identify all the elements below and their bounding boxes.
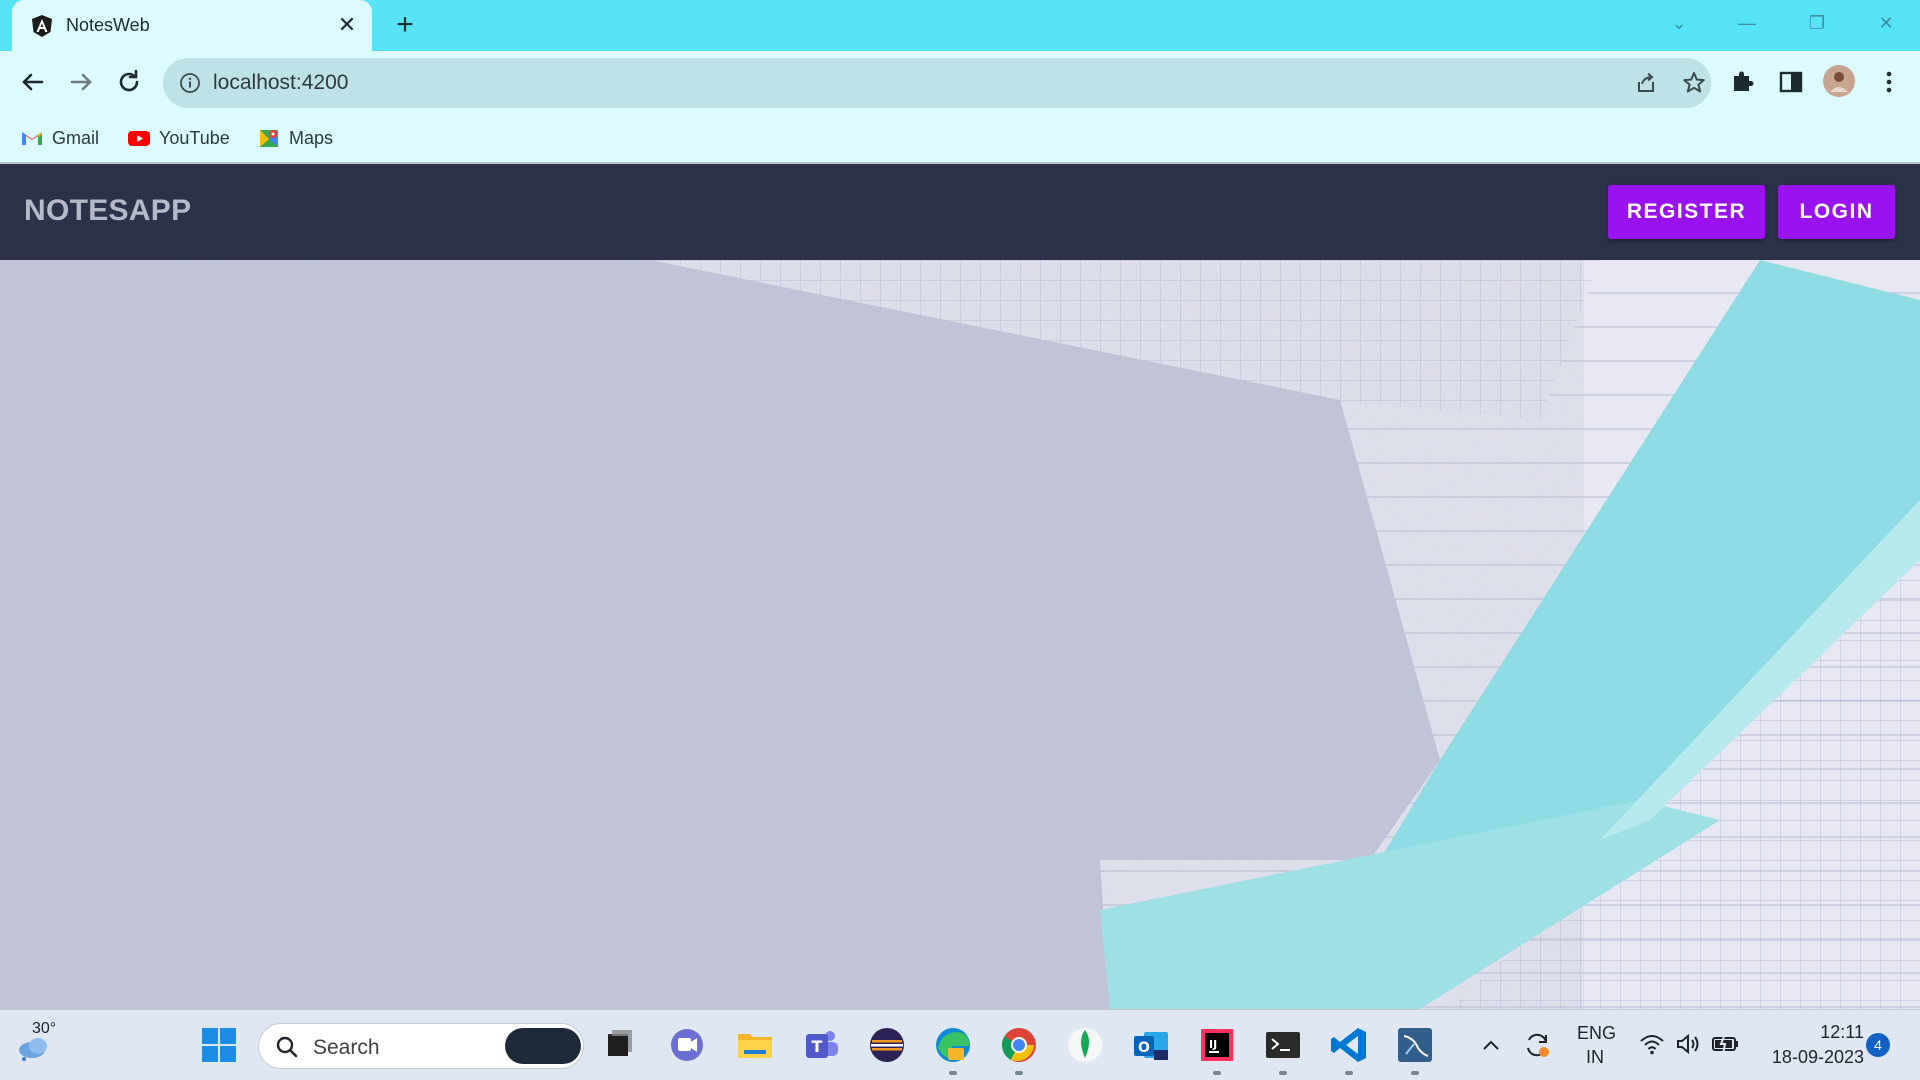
minimize-icon[interactable]: — <box>1727 8 1767 38</box>
bookmark-maps[interactable]: Maps <box>257 124 333 152</box>
language-line2[interactable]: IN <box>1577 1047 1613 1068</box>
forward-arrow-icon[interactable] <box>64 65 98 99</box>
url-text: localhost:4200 <box>213 71 349 94</box>
weather-temperature: 30° <box>32 1020 57 1037</box>
browser-toolbar: localhost:4200 <box>0 51 1920 114</box>
address-bar[interactable]: localhost:4200 <box>163 58 1711 108</box>
bookmarks-bar: Gmail YouTube Maps <box>0 114 1920 163</box>
terminal-icon[interactable] <box>1262 1024 1304 1066</box>
clock-date[interactable]: 18-09-2023 <box>1754 1047 1864 1068</box>
svg-text:O: O <box>1138 1040 1150 1056</box>
bookmark-label: YouTube <box>159 127 230 148</box>
running-indicator <box>1015 1071 1023 1075</box>
edge-icon[interactable] <box>932 1024 974 1066</box>
search-placeholder: Search <box>313 1036 380 1059</box>
bookmark-label: Gmail <box>52 127 100 148</box>
teams-icon[interactable]: T <box>800 1024 842 1066</box>
side-panel-icon[interactable] <box>1776 67 1806 97</box>
site-info-icon[interactable] <box>179 72 201 94</box>
restore-icon[interactable]: ❐ <box>1797 8 1837 38</box>
task-view-icon[interactable] <box>598 1024 640 1066</box>
chrome-icon[interactable] <box>998 1024 1040 1066</box>
search-icon <box>276 1036 298 1058</box>
search-highlight-badge[interactable] <box>505 1028 581 1064</box>
windows-start-icon[interactable] <box>198 1024 240 1066</box>
angular-icon <box>32 15 52 37</box>
bookmark-gmail[interactable]: Gmail <box>20 124 99 152</box>
running-indicator <box>1345 1071 1353 1075</box>
teams-chat-icon[interactable] <box>666 1024 708 1066</box>
share-icon[interactable] <box>1633 70 1659 96</box>
wifi-icon[interactable] <box>1638 1030 1666 1058</box>
outlook-icon[interactable]: O <box>1130 1024 1172 1066</box>
running-indicator <box>949 1071 957 1075</box>
gmail-icon <box>22 132 42 145</box>
bookmark-star-icon[interactable] <box>1681 70 1707 96</box>
battery-charging-icon[interactable] <box>1710 1030 1740 1058</box>
hero-background-image <box>0 260 1920 1009</box>
running-indicator <box>1213 1071 1221 1075</box>
svg-text:IJ: IJ <box>1209 1038 1217 1051</box>
clock-time[interactable]: 12:11 <box>1754 1022 1864 1043</box>
register-button[interactable]: REGISTER <box>1608 185 1765 239</box>
svg-text:T: T <box>812 1037 823 1056</box>
browser-tab-active[interactable]: NotesWeb ✕ <box>12 0 372 51</box>
extensions-puzzle-icon[interactable] <box>1728 67 1758 97</box>
mongodb-compass-icon[interactable] <box>1064 1024 1106 1066</box>
mysql-workbench-icon[interactable] <box>1394 1024 1436 1066</box>
bookmark-label: Maps <box>289 127 334 148</box>
profile-avatar-icon[interactable] <box>1822 64 1856 98</box>
taskbar-search-box[interactable]: Search <box>258 1023 584 1069</box>
browser-titlebar: NotesWeb ✕ + ⌄ — ❐ ✕ <box>0 0 1920 51</box>
windows-taskbar: 30° Search T O IJ ENG IN 12:11 18-09-202… <box>0 1009 1920 1080</box>
intellij-idea-icon[interactable]: IJ <box>1196 1024 1238 1066</box>
maps-icon <box>260 130 278 147</box>
new-tab-icon[interactable]: + <box>390 10 420 41</box>
window-close-icon[interactable]: ✕ <box>1866 8 1906 38</box>
bookmark-youtube[interactable]: YouTube <box>127 124 230 152</box>
eclipse-icon[interactable] <box>866 1024 908 1066</box>
volume-icon[interactable] <box>1674 1030 1702 1058</box>
back-arrow-icon[interactable] <box>16 65 50 99</box>
notebook-paper-illustration <box>0 260 1920 1009</box>
app-brand[interactable]: NOTESAPP <box>24 194 191 228</box>
youtube-icon <box>128 131 150 146</box>
tab-close-icon[interactable]: ✕ <box>334 12 360 38</box>
running-indicator <box>1279 1071 1287 1075</box>
show-hidden-icons-chevron-icon[interactable] <box>1478 1032 1504 1058</box>
browser-menu-icon[interactable] <box>1874 67 1904 97</box>
language-line1[interactable]: ENG <box>1577 1023 1616 1044</box>
tab-search-chevron-icon[interactable]: ⌄ <box>1659 8 1699 38</box>
tab-title: NotesWeb <box>66 15 150 35</box>
sync-icon[interactable] <box>1522 1030 1552 1060</box>
app-navbar: NOTESAPP REGISTER LOGIN <box>0 164 1920 260</box>
notification-badge[interactable]: 4 <box>1866 1033 1890 1057</box>
running-indicator <box>1411 1071 1419 1075</box>
file-explorer-icon[interactable] <box>734 1024 776 1066</box>
vscode-icon[interactable] <box>1328 1024 1370 1066</box>
reload-icon[interactable] <box>112 65 146 99</box>
login-button[interactable]: LOGIN <box>1778 185 1895 239</box>
